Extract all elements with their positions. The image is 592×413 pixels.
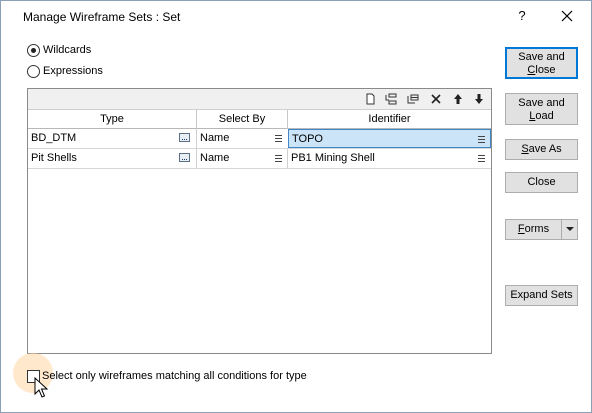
browse-icon[interactable] (179, 133, 190, 142)
identifier-cell[interactable]: PB1 Mining Shell (287, 149, 491, 168)
grid-toolbar (28, 89, 491, 109)
wildcards-label: Wildcards (43, 44, 92, 56)
select-by-value: Name (200, 152, 230, 164)
save-as-button[interactable]: Save As (505, 139, 578, 160)
close-window-button[interactable] (553, 5, 581, 27)
expressions-radio[interactable] (27, 64, 40, 78)
mouse-pointer-icon (34, 377, 48, 398)
list-menu-icon[interactable] (275, 135, 282, 142)
browse-icon[interactable] (179, 153, 190, 162)
expressions-label: Expressions (43, 65, 103, 77)
move-up-icon[interactable] (451, 92, 465, 106)
list-menu-icon[interactable] (478, 136, 485, 143)
select-by-value: Name (200, 132, 230, 144)
save-and-close-button[interactable]: Save and Close (505, 47, 578, 79)
wildcards-option[interactable]: Wildcards (27, 42, 91, 58)
column-header-identifier[interactable]: Identifier (287, 110, 491, 129)
table-row: Pit Shells Name PB1 Mining Shell (28, 149, 491, 169)
grid-header: Type Select By Identifier (28, 109, 491, 129)
append-row-icon[interactable] (406, 92, 420, 106)
type-cell[interactable]: Pit Shells (28, 149, 196, 168)
expressions-option[interactable]: Expressions (27, 63, 103, 79)
list-menu-icon[interactable] (275, 155, 282, 162)
save-and-close-line1: Save and (518, 51, 565, 63)
match-all-conditions-label: Select only wireframes matching all cond… (42, 370, 307, 382)
identifier-cell[interactable]: TOPO (288, 129, 491, 148)
column-header-type[interactable]: Type (28, 110, 196, 129)
save-and-load-line2: Load (529, 110, 554, 122)
chevron-down-icon[interactable] (561, 220, 577, 239)
save-and-close-line2: Close (527, 64, 556, 76)
column-header-select-by[interactable]: Select By (196, 110, 287, 129)
new-row-icon[interactable] (363, 92, 377, 106)
conditions-grid: Type Select By Identifier BD_DTM Name TO… (27, 88, 492, 354)
move-down-icon[interactable] (472, 92, 486, 106)
identifier-value: PB1 Mining Shell (291, 152, 375, 164)
insert-row-icon[interactable] (384, 92, 398, 106)
select-by-cell[interactable]: Name (196, 149, 287, 168)
type-value: Pit Shells (31, 152, 77, 164)
table-row: BD_DTM Name TOPO (28, 129, 491, 149)
type-value: BD_DTM (31, 132, 77, 144)
save-and-load-button[interactable]: Save and Load (505, 93, 578, 125)
list-menu-icon[interactable] (478, 155, 485, 162)
select-by-cell[interactable]: Name (196, 129, 287, 148)
window-title: Manage Wireframe Sets : Set (23, 10, 181, 24)
help-button[interactable]: ? (511, 5, 533, 27)
save-and-load-line1: Save and (518, 97, 565, 109)
forms-button[interactable]: Forms (505, 219, 578, 240)
title-bar: Manage Wireframe Sets : Set ? (1, 1, 591, 31)
identifier-value: TOPO (292, 133, 323, 145)
wildcards-radio[interactable] (27, 43, 40, 57)
close-icon (561, 10, 573, 22)
match-all-conditions-option[interactable]: Select only wireframes matching all cond… (27, 368, 307, 384)
expand-sets-button[interactable]: Expand Sets (505, 285, 578, 306)
type-cell[interactable]: BD_DTM (28, 129, 196, 148)
delete-row-icon[interactable] (429, 92, 443, 106)
manage-wireframe-sets-dialog: Manage Wireframe Sets : Set ? Wildcards … (0, 0, 592, 413)
close-button[interactable]: Close (505, 172, 578, 193)
